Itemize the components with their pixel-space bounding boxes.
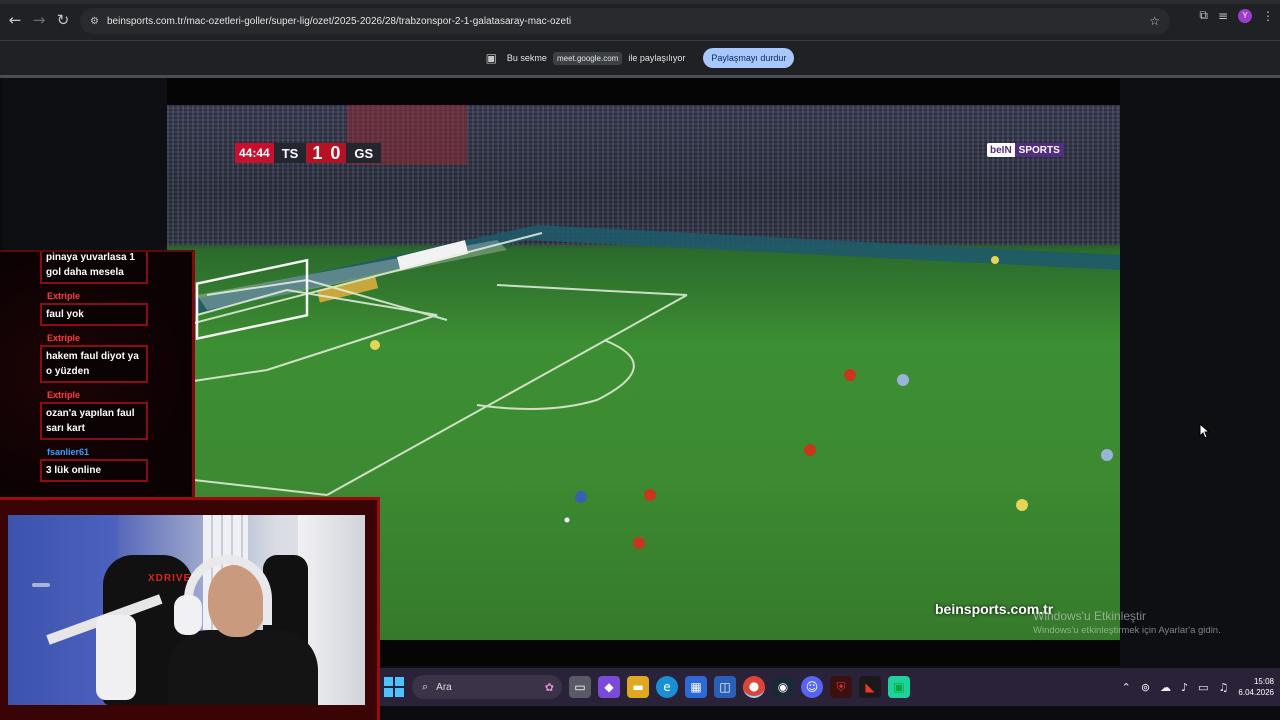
cloud-icon[interactable]: ☁ — [1160, 681, 1171, 694]
volume-icon[interactable]: ♫ — [1219, 681, 1229, 694]
stop-sharing-button[interactable]: Paylaşmayı durdur — [703, 48, 795, 68]
tab-sharing-bar: ▣ Bu sekme meet.google.com ile paylaşılı… — [0, 40, 1280, 75]
chat-message: hakem faul diyot ya o yüzden — [40, 345, 148, 383]
search-icon: ⌕ — [422, 680, 429, 693]
door-handle — [32, 583, 50, 587]
chat-username: Extriple — [47, 291, 81, 301]
webcam-feed: XDRIVE — [8, 515, 365, 705]
edge-icon[interactable]: e — [656, 676, 678, 698]
streamer-body — [168, 630, 318, 705]
chair-brand: XDRIVE — [148, 573, 192, 584]
clock-time: 15:08 — [1253, 677, 1274, 686]
menu-kebab-icon[interactable]: ⋮ — [1262, 9, 1274, 23]
reload-icon[interactable]: ↻ — [51, 8, 75, 32]
forward-arrow-icon[interactable]: → — [27, 8, 51, 32]
tab-strip — [0, 0, 1280, 4]
game-app-icon[interactable]: ◣ — [859, 676, 881, 698]
address-bar[interactable]: ⚙ beinsports.com.tr/mac-ozetleri-goller/… — [80, 8, 1170, 34]
store-icon[interactable]: ▦ — [685, 676, 707, 698]
away-team: GS — [346, 143, 382, 163]
file-explorer-icon[interactable]: ▬ — [627, 676, 649, 698]
search-placeholder: Ara — [436, 681, 452, 693]
stream-chat: pinaya yuvarlasa 1 gol daha mesela Extri… — [0, 250, 195, 497]
network-icon[interactable]: ▭ — [1198, 681, 1208, 694]
chat-message: faul yok — [40, 303, 148, 326]
windows-activation-title: Windows'u Etkinleştir — [1033, 609, 1146, 623]
home-score: 1 — [306, 143, 329, 163]
players — [370, 256, 1113, 549]
headset-earcup — [174, 595, 202, 635]
microphone — [96, 615, 136, 700]
chevron-up-icon[interactable]: ⌃ — [1122, 681, 1131, 694]
share-suffix: ile paylaşılıyor — [628, 53, 686, 63]
site-info-icon[interactable]: ⚙ — [90, 16, 99, 27]
chat-message: pinaya yuvarlasa 1 gol daha mesela — [40, 252, 148, 284]
back-arrow-icon[interactable]: ← — [3, 8, 27, 32]
screen-share-icon: ▣ — [485, 51, 497, 65]
chrome-icon[interactable]: ● — [743, 676, 765, 698]
windows-start-icon[interactable] — [384, 677, 404, 697]
match-clock: 44:44 — [235, 143, 274, 163]
chat-username: fsanlier61 — [47, 447, 90, 457]
media-control-icon[interactable]: ≡ — [1218, 9, 1228, 23]
chat-message: ozan'a yapılan faul sarı kart — [40, 402, 148, 440]
profile-avatar[interactable]: Y — [1238, 8, 1252, 23]
home-team: TS — [273, 143, 307, 163]
steam-icon[interactable]: ◉ — [772, 676, 794, 698]
search-highlight-icon: ✿ — [544, 681, 554, 694]
chat-app-icon[interactable]: ▣ — [888, 676, 910, 698]
windows-activation-subtitle: Windows'u etkinleştirmek için Ayarlar'a … — [1033, 625, 1221, 636]
microphone-icon[interactable]: ♪ — [1181, 681, 1188, 694]
system-tray: ⌃ ⊚ ☁ ♪ ▭ ♫ 15:08 6.04.2026 — [1122, 668, 1274, 706]
bookmark-star-icon[interactable]: ☆ — [1149, 14, 1160, 28]
app-icon[interactable]: ◫ — [714, 676, 736, 698]
screen: ← → ↻ ⚙ beinsports.com.tr/mac-ozetleri-g… — [0, 0, 1280, 720]
channel-logo-sports: SPORTS — [1014, 143, 1064, 157]
windows-taskbar: ⌕ Ara ✿ ▭ ◆ ▬ e ▦ ◫ ● ◉ ☺ ⛨ ◣ ▣ ⌃ ⊚ ☁ ♪ … — [380, 668, 1280, 706]
chat-username: Extriple — [47, 390, 81, 400]
mouse-cursor-icon — [1199, 423, 1211, 439]
discord-icon[interactable]: ☺ — [801, 676, 823, 698]
share-prefix: Bu sekme — [506, 53, 547, 63]
chat-username: Extriple — [47, 333, 81, 343]
channel-logo: beIN SPORTS — [987, 143, 1064, 157]
tray-app-icon[interactable]: ⊚ — [1141, 681, 1150, 694]
score-bug: 44:44 TS 1 0 GS — [235, 143, 382, 163]
taskbar-search[interactable]: ⌕ Ara ✿ — [412, 675, 562, 699]
screen-bottom — [380, 706, 1280, 720]
share-domain: meet.google.com — [552, 51, 623, 65]
extensions-icon[interactable]: ⧉ — [1199, 8, 1208, 23]
clock-date: 6.04.2026 — [1238, 688, 1274, 697]
url-text: beinsports.com.tr/mac-ozetleri-goller/su… — [106, 15, 572, 27]
browser-toolbar: ← → ↻ ⚙ beinsports.com.tr/mac-ozetleri-g… — [0, 0, 1280, 40]
task-view-icon[interactable]: ▭ — [569, 676, 591, 698]
taskbar-clock[interactable]: 15:08 6.04.2026 — [1238, 676, 1274, 698]
shield-app-icon[interactable]: ⛨ — [830, 676, 852, 698]
away-score: 0 — [328, 143, 347, 163]
channel-logo-bein: beIN — [987, 143, 1015, 157]
chat-message: 3 lük online — [40, 459, 148, 482]
copilot-icon[interactable]: ◆ — [598, 676, 620, 698]
toolbar-actions: ⧉ ≡ Y ⋮ — [1199, 8, 1274, 23]
